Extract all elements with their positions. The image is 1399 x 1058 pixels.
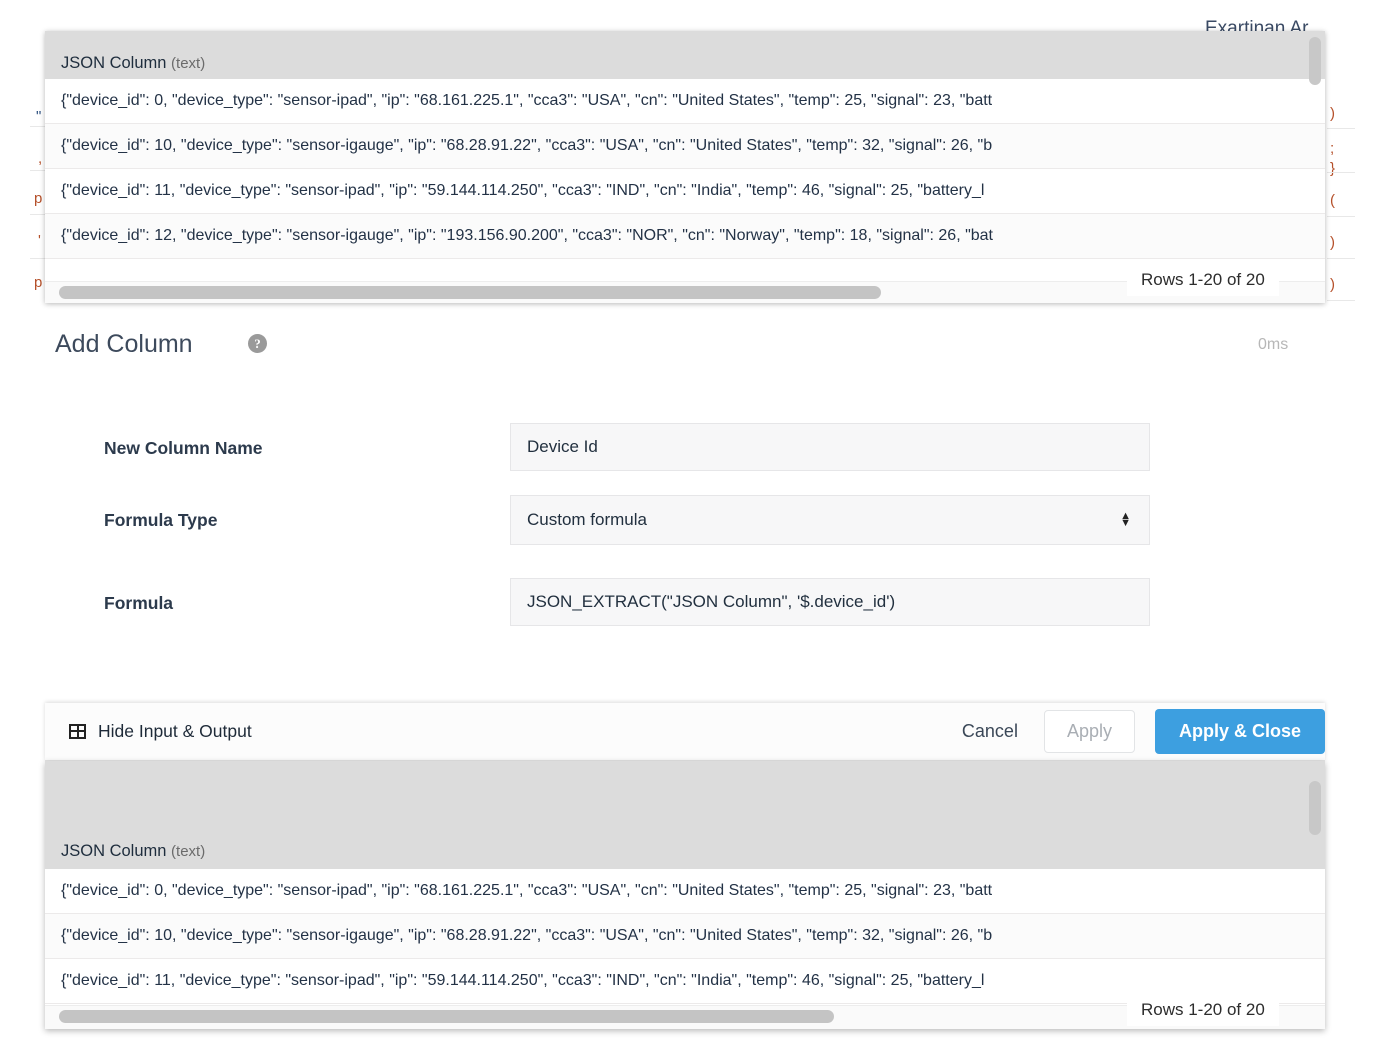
output-table-panel: JSON Column (text) {"device_id": 0, "dev…: [45, 761, 1325, 1029]
background-fragment-left-5: p: [34, 274, 43, 291]
formula-type-label: Formula Type: [104, 510, 218, 530]
scrollbar-thumb[interactable]: [59, 286, 881, 299]
background-fragment-right-5: ): [1330, 234, 1335, 251]
table-row[interactable]: {"device_id": 10, "device_type": "sensor…: [45, 124, 1325, 169]
background-fragment-left-2: ,: [38, 150, 43, 167]
toggle-input-output-label: Hide Input & Output: [98, 721, 252, 741]
toggle-input-output-button[interactable]: Hide Input & Output: [69, 721, 252, 742]
cancel-button[interactable]: Cancel: [948, 721, 1032, 742]
formula-type-selected-value: Custom formula: [527, 510, 647, 529]
output-column-header: JSON Column (text): [45, 842, 205, 869]
background-fragment-left-3: p: [34, 190, 43, 207]
input-table-header-row: JSON Column (text): [45, 31, 1325, 79]
input-column-header: JSON Column (text): [45, 54, 205, 79]
apply-button[interactable]: Apply: [1043, 710, 1135, 753]
formula-label: Formula: [104, 593, 174, 613]
page-title: Add Column: [55, 330, 193, 358]
scrollbar-thumb[interactable]: [59, 1010, 834, 1023]
background-fragment-right-3: }: [1330, 160, 1336, 177]
output-column-header-type: (text): [171, 843, 206, 860]
background-fragment-right-2: ;: [1330, 140, 1335, 157]
table-row[interactable]: {"device_id": 10, "device_type": "sensor…: [45, 914, 1325, 959]
background-divider: [1327, 300, 1355, 301]
background-divider: [1327, 258, 1355, 259]
background-fragment-right-6: ): [1330, 276, 1335, 293]
action-bar: Hide Input & Output Cancel Apply Apply &…: [45, 703, 1325, 761]
input-column-header-name: JSON Column: [61, 54, 167, 72]
input-column-header-type: (text): [171, 55, 206, 72]
chevron-updown-icon: ▲ ▼: [1120, 510, 1131, 529]
table-grid-icon: [69, 724, 86, 739]
background-fragment-left-4: ': [38, 232, 41, 249]
apply-and-close-button[interactable]: Apply & Close: [1154, 709, 1325, 754]
output-table-header-row: JSON Column (text): [45, 761, 1325, 869]
table-row[interactable]: {"device_id": 0, "device_type": "sensor-…: [45, 869, 1325, 914]
scrollbar-thumb[interactable]: [1309, 37, 1321, 85]
table-row[interactable]: {"device_id": 0, "device_type": "sensor-…: [45, 79, 1325, 124]
input-table-vertical-scrollbar[interactable]: [1305, 31, 1325, 303]
new-column-name-input[interactable]: Device Id: [510, 423, 1150, 471]
formula-input[interactable]: JSON_EXTRACT("JSON Column", '$.device_id…: [510, 578, 1150, 626]
scrollbar-thumb[interactable]: [1309, 781, 1321, 835]
output-table-vertical-scrollbar[interactable]: [1305, 761, 1325, 1029]
output-column-header-name: JSON Column: [61, 842, 167, 860]
input-table-panel: JSON Column (text) {"device_id": 0, "dev…: [45, 31, 1325, 303]
table-row[interactable]: {"device_id": 11, "device_type": "sensor…: [45, 169, 1325, 214]
background-fragment-right-1: ): [1330, 105, 1335, 122]
background-divider: [1327, 128, 1355, 129]
table-row[interactable]: {"device_id": 12, "device_type": "sensor…: [45, 214, 1325, 259]
input-table-rows-status: Rows 1-20 of 20: [1127, 266, 1279, 296]
background-fragment-left-1: ": [36, 108, 42, 125]
formula-type-select[interactable]: Custom formula ▲ ▼: [510, 495, 1150, 545]
background-fragment-right-4: (: [1330, 192, 1335, 209]
background-divider: [1327, 216, 1355, 217]
execution-time: 0ms: [1258, 336, 1289, 353]
new-column-name-label: New Column Name: [104, 438, 263, 458]
output-table-rows-status: Rows 1-20 of 20: [1127, 996, 1279, 1026]
background-divider: [1327, 172, 1355, 173]
help-circle-icon[interactable]: ?: [248, 334, 267, 353]
